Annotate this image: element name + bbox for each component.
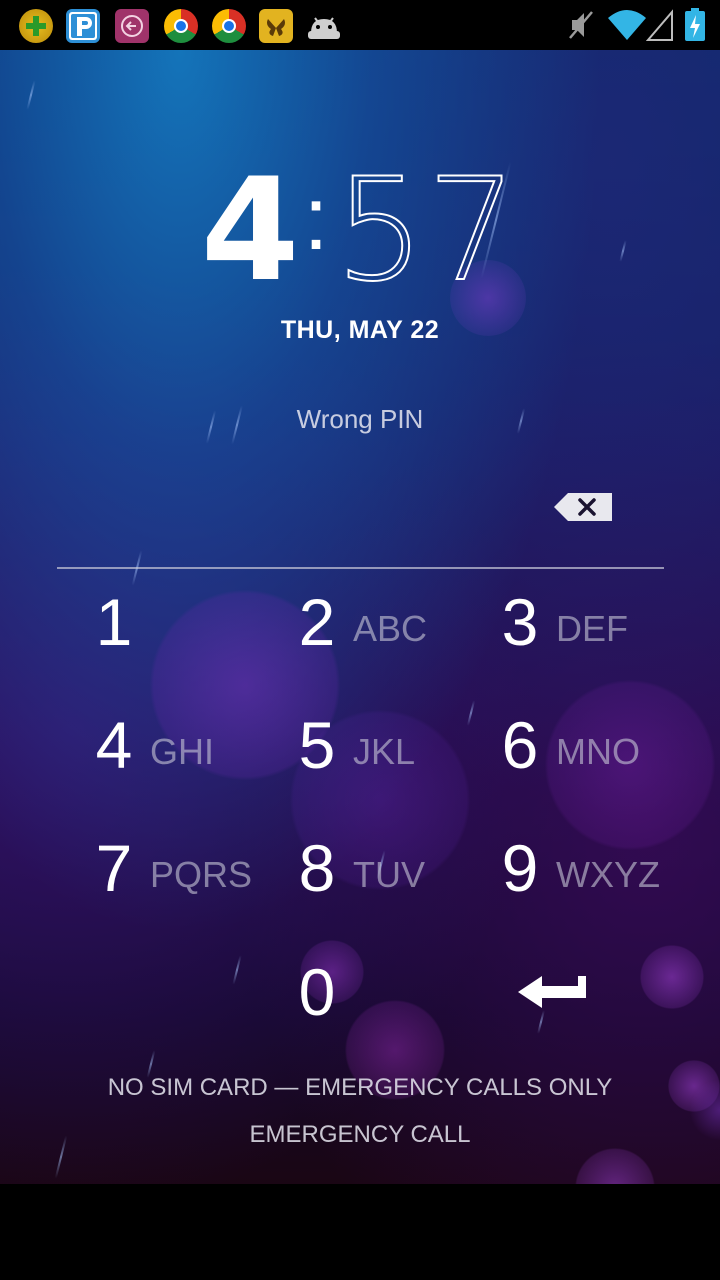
android-icon	[306, 9, 340, 43]
key-2[interactable]: 2 ABC	[297, 582, 427, 662]
butterfly-app-icon	[259, 9, 293, 43]
key-5[interactable]: 5 JKL	[297, 705, 415, 785]
key-digit: 4	[95, 708, 133, 782]
key-digit: 2	[298, 585, 336, 659]
emergency-call-button[interactable]: EMERGENCY CALL	[0, 1121, 720, 1149]
rain-streak	[232, 955, 242, 985]
lock-screen: 4:57 THU, MAY 22 Wrong PIN 1 2 ABC 3 DEF 4…	[0, 0, 720, 1280]
navigation-area	[0, 1184, 720, 1280]
back-circle-app-icon	[115, 9, 149, 43]
battery-charging-icon	[684, 8, 706, 47]
lock-date: THU, MAY 22	[280, 316, 440, 344]
rain-streak	[466, 700, 476, 726]
clock-separator: :	[303, 169, 329, 269]
key-3[interactable]: 3 DEF	[500, 582, 628, 662]
key-7[interactable]: 7 PQRS	[94, 828, 252, 908]
chrome-app-icon-2	[212, 9, 246, 43]
pin-error-message: Wrong PIN	[296, 404, 424, 434]
key-0[interactable]: 0	[297, 952, 353, 1032]
key-letters: DEF	[556, 608, 628, 649]
key-digit: 0	[298, 955, 336, 1029]
key-letters: JKL	[353, 731, 416, 772]
carrier-status-text: NO SIM CARD — EMERGENCY CALLS ONLY	[107, 1074, 613, 1101]
status-bar	[0, 0, 720, 50]
key-letters: TUV	[353, 854, 425, 895]
backspace-button[interactable]	[552, 490, 616, 524]
enter-arrow-icon	[518, 976, 586, 1008]
key-letters: PQRS	[150, 854, 253, 895]
key-letters: MNO	[556, 731, 640, 772]
key-9[interactable]: 9 WXYZ	[500, 828, 660, 908]
key-8[interactable]: 8 TUV	[297, 828, 425, 908]
parking-app-icon	[66, 9, 100, 43]
key-digit: 3	[501, 585, 539, 659]
key-letters: WXYZ	[556, 854, 660, 895]
key-digit: 8	[298, 831, 336, 905]
key-digit: 5	[298, 708, 336, 782]
clock-hour: 4	[200, 148, 300, 313]
key-letters: ABC	[353, 608, 428, 649]
clock-minute: 57	[334, 148, 520, 313]
key-digit: 6	[501, 708, 539, 782]
key-4[interactable]: 4 GHI	[94, 705, 214, 785]
bokeh-light	[640, 945, 704, 1009]
add-app-icon	[19, 9, 53, 43]
key-digit: 9	[501, 831, 539, 905]
muted-icon	[566, 8, 596, 47]
key-letters: GHI	[150, 731, 215, 772]
key-1[interactable]: 1	[94, 582, 150, 662]
wifi-icon	[606, 8, 648, 47]
pin-entry-divider	[57, 567, 664, 569]
enter-button[interactable]	[512, 964, 596, 1020]
lock-clock: 4:57	[0, 148, 720, 303]
key-digit: 1	[95, 585, 133, 659]
signal-icon	[645, 8, 674, 47]
rain-streak	[26, 80, 36, 110]
backspace-icon	[554, 493, 612, 521]
chrome-app-icon	[164, 9, 198, 43]
key-6[interactable]: 6 MNO	[500, 705, 640, 785]
key-digit: 7	[95, 831, 133, 905]
